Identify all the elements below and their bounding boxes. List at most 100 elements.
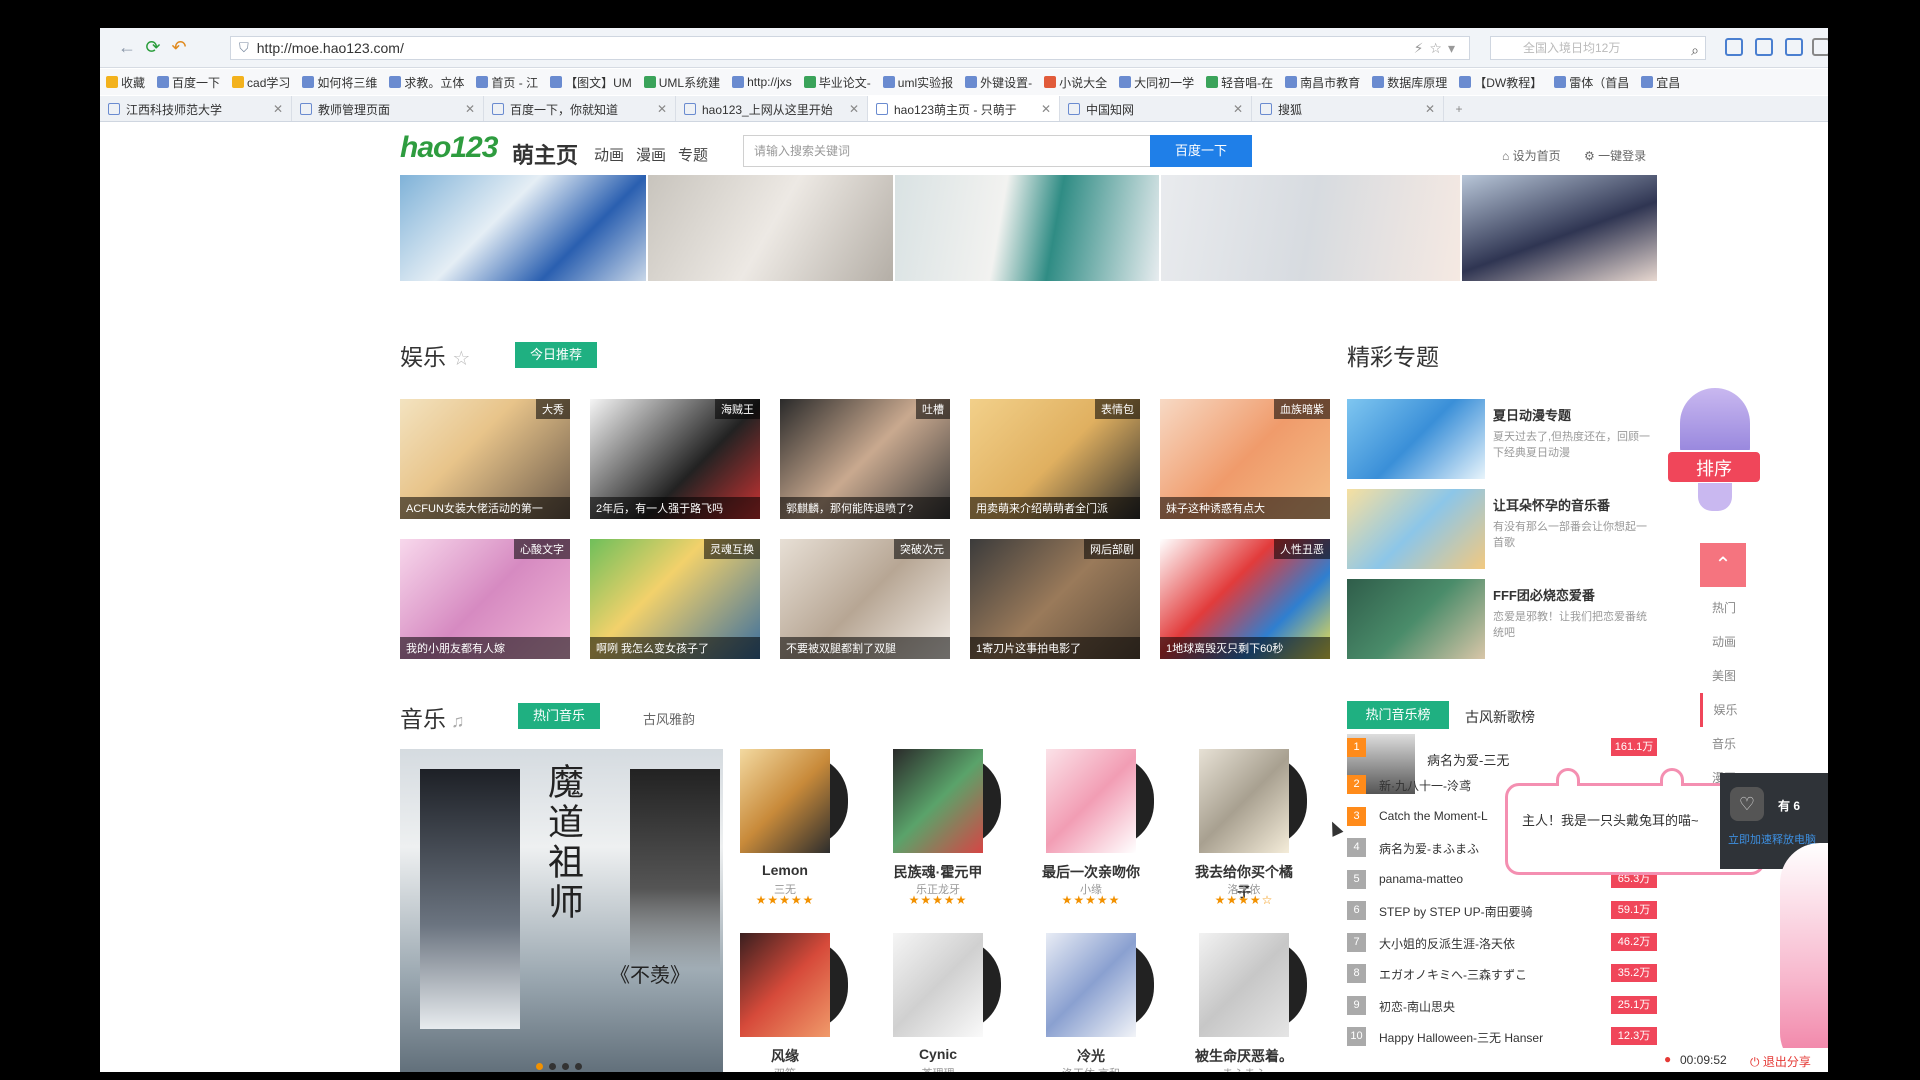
rank-song[interactable]: Happy Halloween-三无 Hanser xyxy=(1379,1029,1543,1046)
browser-tab[interactable]: 中国知网 ✕ xyxy=(1060,96,1252,121)
album-cover[interactable] xyxy=(1046,749,1136,853)
topic-title[interactable]: FFF团必烧恋爱番 xyxy=(1493,585,1595,604)
topic-image[interactable] xyxy=(1347,489,1485,569)
rabbit-mascot[interactable]: 排序 xyxy=(1660,388,1770,548)
ranking-row[interactable]: 10 Happy Halloween-三无 Hanser 12.3万 xyxy=(1347,1023,1657,1049)
banner-image[interactable] xyxy=(1160,175,1461,281)
logo[interactable]: hao123 xyxy=(400,131,498,165)
favorite-item[interactable]: 收藏 xyxy=(100,74,151,91)
favorite-item[interactable]: 如何将三维 xyxy=(296,74,383,91)
login-link[interactable]: ⚙ 一键登录 xyxy=(1584,147,1646,164)
banner-image[interactable] xyxy=(400,175,646,281)
rank-song[interactable]: panama-matteo xyxy=(1379,872,1463,886)
ranking-row[interactable]: 8 エガオノキミへ-三森すずこ 35.2万 xyxy=(1347,960,1657,986)
favorite-item[interactable]: http://jxs xyxy=(726,75,798,89)
tab-hot-ranking[interactable]: 热门音乐榜 xyxy=(1347,701,1449,729)
topic-title[interactable]: 让耳朵怀孕的音乐番 xyxy=(1493,495,1610,514)
today-recommend-badge[interactable]: 今日推荐 xyxy=(515,342,597,368)
entertainment-tile[interactable]: 大秀 ACFUN女装大佬活动的第一 xyxy=(400,399,570,519)
browser-tab[interactable]: 江西科技师范大学 ✕ xyxy=(100,96,292,121)
favorite-item[interactable]: 南昌市教育 xyxy=(1279,74,1366,91)
ranking-row[interactable]: 7 大小姐的反派生涯-洛天依 46.2万 xyxy=(1347,929,1657,955)
browser-tab[interactable]: 百度一下，你就知道 ✕ xyxy=(484,96,676,121)
album-card[interactable]: 风缘双笙★★★★★ xyxy=(740,933,860,1072)
undo-icon[interactable]: ↶ xyxy=(166,35,192,61)
star-icon[interactable]: ☆ xyxy=(452,348,470,370)
topic-title[interactable]: 夏日动漫专题 xyxy=(1493,405,1571,424)
side-nav-item[interactable]: 动画 xyxy=(1700,625,1748,659)
album-card[interactable]: Cynic茶理理★★★★★ xyxy=(893,933,1013,1072)
topic-item[interactable]: 让耳朵怀孕的音乐番 有没有那么一部番会让你想起一首歌 xyxy=(1347,489,1657,571)
album-name[interactable]: Lemon xyxy=(730,862,840,878)
favorite-item[interactable]: 轻音唱-在 xyxy=(1200,74,1279,91)
banner-image[interactable] xyxy=(1462,175,1657,281)
url-field[interactable]: ⛉ http://moe.hao123.com/ ⚡☆▾ xyxy=(230,36,1470,60)
monitor-icon[interactable] xyxy=(1785,38,1803,56)
topic-item[interactable]: 夏日动漫专题 夏天过去了,但热度还在，回顾一下经典夏日动漫 xyxy=(1347,399,1657,481)
close-icon[interactable]: ✕ xyxy=(1425,102,1435,116)
rank-song[interactable]: 初恋-南山思央 xyxy=(1379,998,1455,1015)
entertainment-tile[interactable]: 心酸文字 我的小朋友都有人嫁 xyxy=(400,539,570,659)
album-name[interactable]: 民族魂·霍元甲 xyxy=(883,862,993,882)
entertainment-tile[interactable]: 血族暗紫 妹子这种诱惑有点大 xyxy=(1160,399,1330,519)
tab-ancient-ranking[interactable]: 古风新歌榜 xyxy=(1465,707,1535,727)
favorite-item[interactable]: 雷体（首昌 xyxy=(1548,74,1635,91)
refresh-icon[interactable]: ⟳ xyxy=(140,35,166,61)
carousel-dots[interactable] xyxy=(536,1063,582,1070)
rank-song[interactable]: エガオノキミへ-三森すずこ xyxy=(1379,966,1527,983)
back-to-top-icon[interactable]: ⌃ xyxy=(1700,543,1746,587)
favorite-item[interactable]: 小说大全 xyxy=(1038,74,1113,91)
entertainment-tile[interactable]: 灵魂互换 啊咧 我怎么变女孩子了 xyxy=(590,539,760,659)
album-cover[interactable] xyxy=(1046,933,1136,1037)
album-name[interactable]: Cynic xyxy=(883,1046,993,1062)
rank-song[interactable]: 大小姐的反派生涯-洛天依 xyxy=(1379,935,1515,952)
album-cover[interactable] xyxy=(893,749,983,853)
favorite-item[interactable]: 外键设置- xyxy=(959,74,1038,91)
rank-song[interactable]: 新·九八十一-泠鸢 xyxy=(1379,777,1471,794)
side-nav-item[interactable]: 娱乐 xyxy=(1700,693,1748,727)
grid-icon[interactable] xyxy=(1725,38,1743,56)
nav-anime[interactable]: 动画 xyxy=(594,144,624,165)
close-icon[interactable]: ✕ xyxy=(1233,102,1243,116)
album-cover[interactable] xyxy=(893,933,983,1037)
album-name[interactable]: 风缘 xyxy=(730,1046,840,1066)
rank-song[interactable]: Catch the Moment-L xyxy=(1379,809,1488,823)
nav-topics[interactable]: 专题 xyxy=(678,144,708,165)
topic-image[interactable] xyxy=(1347,579,1485,659)
tab-hot-music[interactable]: 热门音乐 xyxy=(518,703,600,729)
search-icon[interactable]: ⌕ xyxy=(1691,39,1699,61)
favorite-item[interactable]: 【DW教程】 xyxy=(1453,74,1548,91)
entertainment-tile[interactable]: 吐槽 郭麒麟，那何能阵退喷了? xyxy=(780,399,950,519)
favorite-item[interactable]: UML系统建 xyxy=(638,74,726,91)
favorite-item[interactable]: 求教。立体 xyxy=(383,74,470,91)
rank-song[interactable]: STEP by STEP UP-南田要骑 xyxy=(1379,903,1533,920)
window-icon[interactable] xyxy=(1755,38,1773,56)
album-card[interactable]: 最后一次亲吻你 小缘 ★★★★★ xyxy=(1042,749,1166,909)
album-card[interactable]: Lemon 三无 ★★★★★ xyxy=(740,749,860,909)
album-cover[interactable] xyxy=(1199,933,1289,1037)
favorite-item[interactable]: cad学习 xyxy=(226,74,296,91)
favorite-item[interactable]: 【图文】UM xyxy=(544,74,638,91)
banner-image[interactable] xyxy=(895,175,1159,281)
entertainment-tile[interactable]: 表情包 用卖萌来介绍萌萌者全门派 xyxy=(970,399,1140,519)
album-name[interactable]: 被生命厌恶着。 xyxy=(1189,1046,1299,1066)
rank-song[interactable]: 病名为爱-まふまふ xyxy=(1379,840,1479,857)
tools-icon[interactable] xyxy=(1812,38,1828,56)
back-icon[interactable]: ← xyxy=(114,35,140,61)
site-search-button[interactable]: 百度一下 xyxy=(1150,135,1252,167)
banner-strip[interactable] xyxy=(400,175,1659,281)
site-search-input[interactable]: 请输入搜索关键词 xyxy=(743,135,1151,167)
lightning-star-icon[interactable]: ⚡☆▾ xyxy=(1414,40,1461,57)
album-cover[interactable] xyxy=(1199,749,1289,853)
browser-tab[interactable]: hao123_上网从这里开始 ✕ xyxy=(676,96,868,121)
rank-sign[interactable]: 排序 xyxy=(1666,450,1762,484)
close-icon[interactable]: ✕ xyxy=(273,102,283,116)
rank-song[interactable]: 病名为爱-三无 xyxy=(1427,750,1509,769)
album-cover[interactable] xyxy=(740,933,830,1037)
close-icon[interactable]: ✕ xyxy=(657,102,667,116)
browser-tab[interactable]: 教师管理页面 ✕ xyxy=(292,96,484,121)
album-cover[interactable] xyxy=(740,749,830,853)
banner-image[interactable] xyxy=(647,175,894,281)
favorite-item[interactable]: 大同初一学 xyxy=(1113,74,1200,91)
side-nav-item[interactable]: 热门 xyxy=(1700,591,1748,625)
